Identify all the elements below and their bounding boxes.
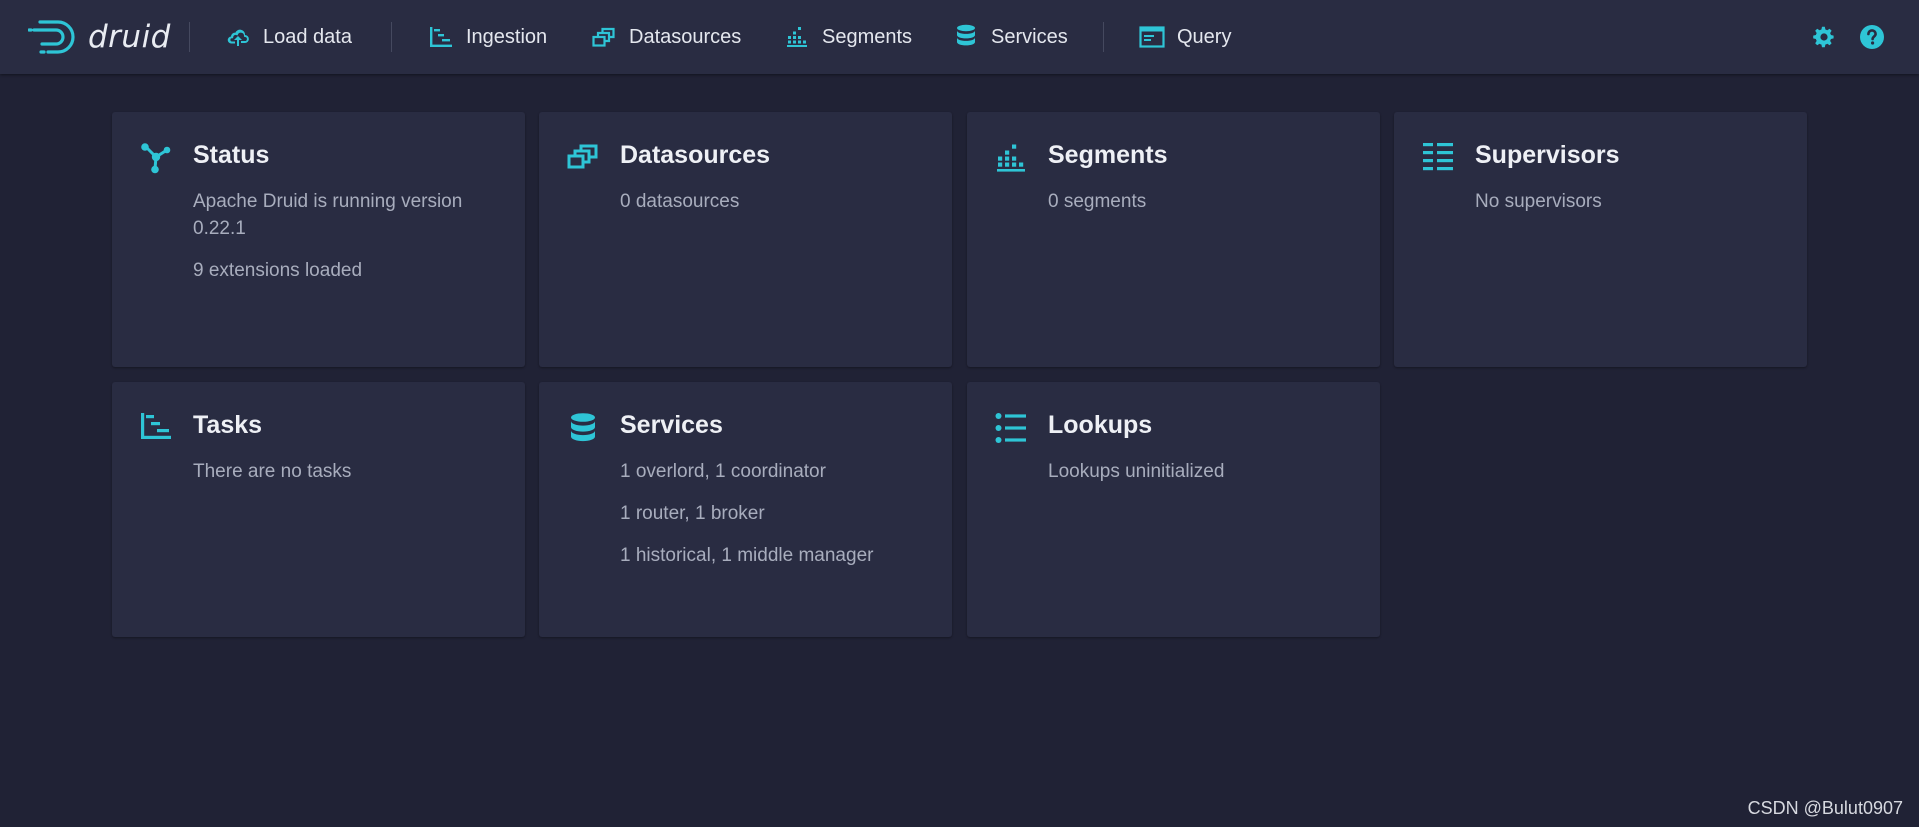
cog-icon[interactable]: [1811, 24, 1837, 50]
card-line: Lookups uninitialized: [1048, 461, 1225, 482]
druid-logo-icon: [28, 20, 75, 54]
nav-label: Query: [1177, 25, 1232, 48]
cloud-upload-icon: [225, 24, 251, 50]
nav-label: Datasources: [629, 25, 742, 48]
nav-segments[interactable]: Segments: [784, 0, 912, 74]
nav-datasources[interactable]: Datasources: [591, 0, 741, 74]
card-line: 9 extensions loaded: [193, 260, 363, 281]
application-icon: [1139, 24, 1165, 50]
card-line: 1 historical, 1 middle manager: [620, 545, 874, 566]
segments-card[interactable]: Segments 0 segments: [967, 112, 1380, 367]
card-title: Services: [620, 411, 723, 439]
nav-ingestion[interactable]: Ingestion: [428, 0, 547, 74]
gantt-chart-icon: [428, 24, 454, 50]
card-line: Apache Druid is running version 0.22.1: [193, 191, 463, 239]
nav-services[interactable]: Services: [953, 0, 1068, 74]
card-line: 1 overlord, 1 coordinator: [620, 461, 826, 482]
multi-select-icon: [591, 24, 617, 50]
nav-divider: [189, 22, 190, 52]
nav-load-data[interactable]: Load data: [225, 0, 352, 74]
properties-icon: [995, 412, 1027, 444]
druid-logo[interactable]: druid: [28, 14, 171, 60]
status-card[interactable]: Status Apache Druid is running version 0…: [112, 112, 525, 367]
supervisors-card[interactable]: Supervisors No supervisors: [1394, 112, 1807, 367]
nav-divider: [1103, 22, 1104, 52]
card-title: Segments: [1048, 141, 1168, 169]
watermark: CSDN @Bulut0907: [1747, 798, 1903, 818]
top-navbar: druid Load data Ingestion Datasources Se…: [0, 0, 1919, 74]
stacked-chart-icon: [995, 142, 1027, 174]
multi-select-icon: [567, 142, 599, 174]
graph-icon: [140, 142, 172, 174]
card-title: Lookups: [1048, 411, 1153, 439]
brand-name: druid: [88, 19, 171, 55]
datasources-card[interactable]: Datasources 0 datasources: [539, 112, 952, 367]
card-line: 1 router, 1 broker: [620, 503, 765, 524]
nav-label: Services: [991, 25, 1068, 48]
tasks-card[interactable]: Tasks There are no tasks: [112, 382, 525, 637]
help-icon[interactable]: [1859, 24, 1885, 50]
stacked-chart-icon: [784, 24, 810, 50]
nav-query[interactable]: Query: [1139, 0, 1231, 74]
list-columns-icon: [1422, 142, 1454, 174]
nav-label: Load data: [263, 25, 352, 48]
lookups-card[interactable]: Lookups Lookups uninitialized: [967, 382, 1380, 637]
card-title: Supervisors: [1475, 141, 1620, 169]
card-title: Status: [193, 141, 270, 169]
card-line: No supervisors: [1475, 191, 1602, 212]
gantt-chart-icon: [140, 412, 172, 444]
nav-divider: [391, 22, 392, 52]
card-line: There are no tasks: [193, 461, 352, 482]
database-icon: [567, 412, 599, 444]
card-title: Tasks: [193, 411, 263, 439]
nav-label: Ingestion: [466, 25, 548, 48]
services-card[interactable]: Services 1 overlord, 1 coordinator 1 rou…: [539, 382, 952, 637]
card-title: Datasources: [620, 141, 771, 169]
card-line: 0 segments: [1048, 191, 1147, 212]
database-icon: [953, 24, 979, 50]
card-line: 0 datasources: [620, 191, 740, 212]
nav-label: Segments: [822, 25, 913, 48]
